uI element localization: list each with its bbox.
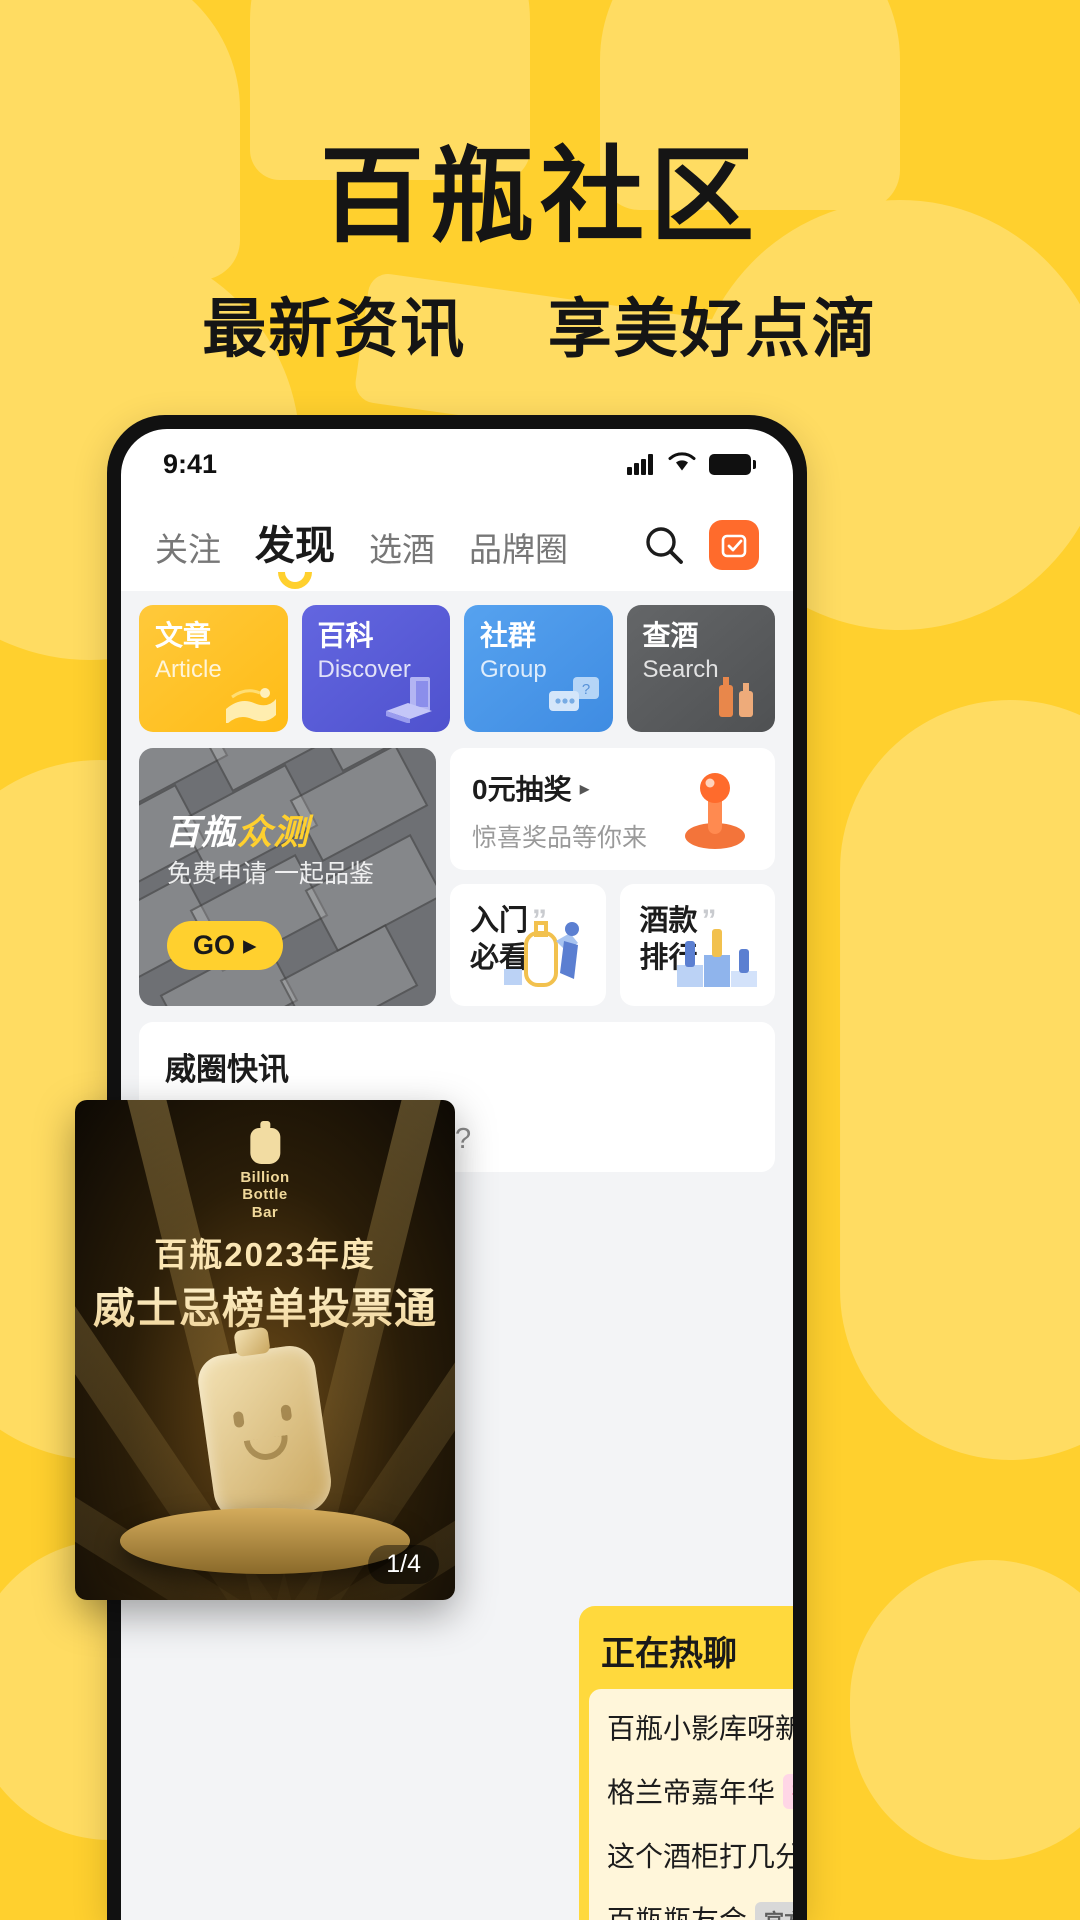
hotchat-list: 百瓶小影库呀新... 有奖 格兰帝嘉年华 有奖 这个酒柜打几分？ 百瓶瓶友会 官… [589, 1689, 793, 1920]
category-label-cn: 百科 [317, 620, 374, 651]
promo-row: 百瓶众测 免费申请 一起品鉴 GO ▸ 0元抽奖 ▸ 惊喜奖品等你来 入门 ” … [139, 748, 775, 1006]
chevron-right-icon: ▸ [579, 777, 590, 800]
zhongce-subtitle: 免费申请 一起品鉴 [167, 860, 374, 888]
category-card-article[interactable]: 文章 Article [139, 605, 288, 732]
scroll-paper-icon [218, 671, 280, 728]
tab-label: 关注 [155, 531, 221, 568]
logo-line-2: Bottle [242, 1186, 288, 1204]
podium-shape [120, 1508, 410, 1574]
subtitle-right: 享美好点滴 [547, 293, 878, 366]
compose-icon[interactable] [709, 520, 759, 570]
status-icons [627, 449, 756, 480]
tab-list: 关注 发现 选酒 品牌圈 [155, 513, 641, 589]
list-item[interactable]: 这个酒柜打几分？ [589, 1823, 793, 1887]
hotchat-header: # 正在热聊 更多› [579, 1606, 793, 1689]
active-tab-indicator [278, 572, 312, 589]
beginner-guide-card[interactable]: 入门” 必看 [450, 884, 606, 1006]
list-item[interactable]: 百瓶小影库呀新... 有奖 [589, 1695, 793, 1759]
battery-icon [709, 453, 756, 475]
promo-right-column: 0元抽奖 ▸ 惊喜奖品等你来 入门 ” 必看 酒款 ” 排行 [450, 748, 775, 1006]
tab-label: 选酒 [369, 531, 435, 568]
page-subtitle: 最新资讯 享美好点滴 [0, 278, 1080, 370]
tab-faxian[interactable]: 发现 [255, 513, 335, 589]
hotchat-title: 正在热聊 [601, 1635, 737, 1673]
ranking-card[interactable]: 酒款” 排行 [619, 884, 775, 1006]
search-icon[interactable] [641, 522, 687, 568]
lottery-title-text: 0元抽奖 [472, 774, 572, 805]
list-item[interactable]: 百瓶瓶友会 官方 [589, 1887, 793, 1920]
status-badge: 官方 [755, 1901, 793, 1920]
tab-guanzhu[interactable]: 关注 [155, 523, 221, 577]
chat-item-label: 百瓶瓶友会 [607, 1899, 747, 1920]
ranking-podium-icon [669, 915, 765, 998]
zhongce-title: 百瓶众测 [165, 804, 309, 855]
beginner-guide-icon [500, 911, 596, 998]
subtitle-left: 最新资讯 [202, 293, 467, 366]
tab-label: 发现 [255, 524, 335, 568]
chat-bubbles-icon: ? [543, 671, 605, 728]
chat-item-label: 格兰帝嘉年华 [607, 1777, 776, 1808]
lottery-card[interactable]: 0元抽奖 ▸ 惊喜奖品等你来 [450, 748, 775, 870]
carousel-counter: 1/4 [368, 1545, 439, 1584]
top-navigation: 关注 发现 选酒 品牌圈 [121, 499, 793, 591]
status-badge: 有奖 [783, 1773, 793, 1809]
news-title: 威圈快讯 [165, 1052, 289, 1087]
category-label-cn: 社群 [480, 620, 537, 651]
category-label-cn: 文章 [155, 620, 212, 651]
wifi-icon [667, 449, 697, 480]
go-arrow-icon: ▸ [243, 930, 257, 960]
small-card-row: 入门” 必看 酒款 ” 排行 [450, 884, 775, 1006]
list-item[interactable]: 格兰帝嘉年华 有奖 [589, 1759, 793, 1823]
nav-actions [641, 520, 759, 570]
hotchat-card[interactable]: # 正在热聊 更多› 百瓶小影库呀新... 有奖 格兰帝嘉年华 有奖 这个酒柜打… [579, 1606, 793, 1920]
svg-text:?: ? [581, 681, 589, 698]
chat-item-label: 这个酒柜打几分？ [607, 1841, 793, 1872]
books-icon [380, 671, 442, 728]
page-title: 百瓶社区 [319, 139, 760, 255]
tab-xuanjiu[interactable]: 选酒 [369, 523, 435, 577]
poster-headline-1: 百瓶2023年度 [154, 1236, 376, 1273]
logo-line-1: Billion [240, 1169, 290, 1186]
brand-logo: Billion Bottle Bar [240, 1128, 289, 1221]
hero-section: 百瓶社区 最新资讯 享美好点滴 [0, 0, 1080, 370]
smiling-bottle-icon [194, 1342, 336, 1526]
tab-pinpaiquan[interactable]: 品牌圈 [469, 523, 568, 577]
zhongce-banner[interactable]: 百瓶众测 免费申请 一起品鉴 GO ▸ [139, 748, 436, 1006]
category-label-cn: 查酒 [642, 620, 699, 651]
joystick-icon [671, 762, 759, 859]
category-card-discover[interactable]: 百科 Discover [301, 605, 450, 732]
category-card-search[interactable]: 查酒 Search [626, 605, 775, 732]
category-row: 文章 Article 百科 Discover 社群 Group ? 查酒 Sea… [139, 605, 775, 732]
tab-label: 品牌圈 [469, 531, 568, 568]
category-card-group[interactable]: 社群 Group ? [464, 605, 613, 732]
status-time: 9:41 [163, 448, 218, 479]
poster-overlay[interactable]: Billion Bottle Bar 百瓶2023年度 威士忌榜单投票通道 1/… [75, 1100, 455, 1600]
chat-item-label: 百瓶小影库呀新... [607, 1713, 793, 1744]
bottles-icon [705, 671, 767, 728]
zhongce-title-yellow: 众测 [237, 813, 310, 852]
bottle-mark-icon [249, 1128, 280, 1164]
cellular-signal-icon [627, 453, 655, 475]
go-label: GO [193, 930, 236, 960]
zhongce-go-button[interactable]: GO ▸ [167, 921, 283, 970]
status-bar: 9:41 [121, 429, 793, 499]
zhongce-title-white: 百瓶 [165, 813, 238, 852]
logo-line-3: Bar [251, 1203, 279, 1221]
